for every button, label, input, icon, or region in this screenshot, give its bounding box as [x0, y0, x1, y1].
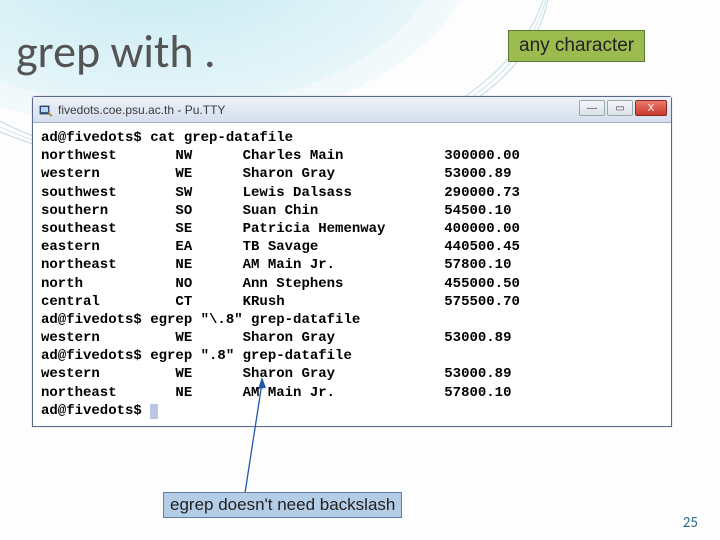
putty-window: fivedots.coe.psu.ac.th - Pu.TTY — ▭ X ad… — [32, 96, 672, 427]
putty-icon — [39, 103, 53, 117]
close-button[interactable]: X — [635, 100, 667, 116]
page-number: 25 — [683, 514, 698, 532]
terminal-output: ad@fivedots$ cat grep-datafile northwest… — [33, 123, 671, 426]
egrep-footnote: egrep doesn't need backslash — [163, 492, 402, 518]
maximize-button[interactable]: ▭ — [607, 100, 633, 116]
window-buttons: — ▭ X — [579, 100, 667, 116]
window-title: fivedots.coe.psu.ac.th - Pu.TTY — [58, 103, 225, 117]
slide-title: grep with . — [16, 24, 216, 80]
minimize-button[interactable]: — — [579, 100, 605, 116]
terminal-cursor — [150, 404, 158, 419]
any-character-label: any character — [508, 30, 645, 62]
window-titlebar: fivedots.coe.psu.ac.th - Pu.TTY — ▭ X — [33, 97, 671, 123]
